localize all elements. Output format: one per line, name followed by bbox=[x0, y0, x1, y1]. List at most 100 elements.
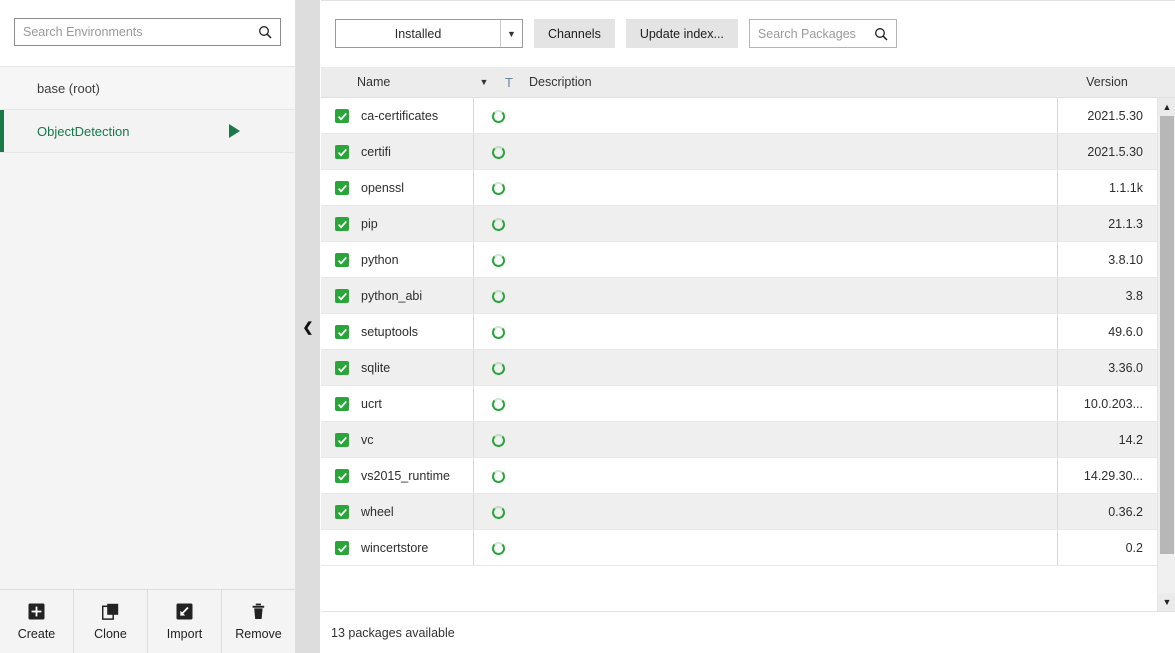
package-version: 10.0.203... bbox=[1057, 386, 1157, 422]
installed-ring-icon bbox=[492, 181, 505, 195]
package-version: 3.8 bbox=[1057, 278, 1157, 314]
chevron-left-icon[interactable]: ❮ bbox=[303, 320, 314, 333]
environment-search-box[interactable] bbox=[14, 18, 281, 46]
channels-button[interactable]: Channels bbox=[534, 19, 615, 48]
packages-vertical-scrollbar[interactable]: ▲ ▼ bbox=[1157, 98, 1175, 611]
packages-table-body: ca-certificates 2021.5.30 certifi 2021.5.30… bbox=[321, 98, 1175, 611]
table-row[interactable]: ucrt 10.0.203... bbox=[321, 386, 1175, 422]
table-row[interactable]: setuptools 49.6.0 bbox=[321, 314, 1175, 350]
package-name-cell: wheel bbox=[321, 505, 473, 519]
status-bar-text: 13 packages available bbox=[331, 625, 455, 640]
chevron-down-icon[interactable]: ▼ bbox=[473, 67, 495, 97]
environment-item-base[interactable]: base (root) bbox=[0, 67, 295, 110]
table-row[interactable]: wincertstore 0.2 bbox=[321, 530, 1175, 566]
chevron-up-icon[interactable]: ▲ bbox=[1158, 98, 1175, 116]
environment-list: base (root) ObjectDetection bbox=[0, 67, 295, 153]
package-checkbox[interactable] bbox=[335, 253, 349, 267]
search-icon bbox=[874, 27, 888, 41]
package-status-cell[interactable] bbox=[473, 134, 523, 170]
table-row[interactable]: sqlite 3.36.0 bbox=[321, 350, 1175, 386]
package-status-cell[interactable] bbox=[473, 170, 523, 206]
package-checkbox[interactable] bbox=[335, 325, 349, 339]
remove-button-label: Remove bbox=[235, 626, 282, 641]
table-row[interactable]: certifi 2021.5.30 bbox=[321, 134, 1175, 170]
environment-name: base (root) bbox=[37, 80, 100, 96]
package-status-cell[interactable] bbox=[473, 422, 523, 458]
table-row[interactable]: openssl 1.1.1k bbox=[321, 170, 1175, 206]
selected-accent-bar bbox=[0, 110, 4, 152]
package-checkbox[interactable] bbox=[335, 289, 349, 303]
package-status-cell[interactable] bbox=[473, 458, 523, 494]
package-checkbox[interactable] bbox=[335, 181, 349, 195]
chevron-down-icon[interactable]: ▼ bbox=[1158, 593, 1175, 611]
plus-square-icon bbox=[28, 603, 46, 621]
package-name-cell: pip bbox=[321, 217, 473, 231]
table-row[interactable]: python 3.8.10 bbox=[321, 242, 1175, 278]
package-name-cell: vc bbox=[321, 433, 473, 447]
table-row[interactable]: pip 21.1.3 bbox=[321, 206, 1175, 242]
package-checkbox[interactable] bbox=[335, 433, 349, 447]
package-checkbox[interactable] bbox=[335, 217, 349, 231]
package-checkbox[interactable] bbox=[335, 469, 349, 483]
package-status-cell[interactable] bbox=[473, 278, 523, 314]
table-row[interactable]: ca-certificates 2021.5.30 bbox=[321, 98, 1175, 134]
status-bar: 13 packages available bbox=[321, 611, 1175, 653]
package-status-cell[interactable] bbox=[473, 386, 523, 422]
package-name: vc bbox=[361, 433, 374, 447]
installed-ring-icon bbox=[492, 325, 505, 339]
copy-icon bbox=[102, 603, 120, 621]
column-header-type[interactable]: T bbox=[495, 67, 523, 97]
clone-button[interactable]: Clone bbox=[74, 590, 148, 653]
package-checkbox[interactable] bbox=[335, 145, 349, 159]
import-button[interactable]: Import bbox=[148, 590, 222, 653]
package-status-cell[interactable] bbox=[473, 494, 523, 530]
clone-button-label: Clone bbox=[94, 626, 127, 641]
table-row[interactable]: wheel 0.36.2 bbox=[321, 494, 1175, 530]
package-version: 14.29.30... bbox=[1057, 458, 1157, 494]
scrollbar-thumb[interactable] bbox=[1160, 116, 1174, 554]
package-name: wheel bbox=[361, 505, 394, 519]
package-name-cell: vs2015_runtime bbox=[321, 469, 473, 483]
package-name-cell: certifi bbox=[321, 145, 473, 159]
packages-table-header: Name ▼ T Description Version bbox=[321, 67, 1175, 98]
create-button[interactable]: Create bbox=[0, 590, 74, 653]
table-row[interactable]: python_abi 3.8 bbox=[321, 278, 1175, 314]
play-icon[interactable] bbox=[229, 124, 240, 138]
package-name: openssl bbox=[361, 181, 405, 195]
column-header-description[interactable]: Description bbox=[523, 67, 1057, 97]
package-search-box[interactable] bbox=[748, 19, 897, 48]
package-status-cell[interactable] bbox=[473, 530, 523, 566]
package-name: vs2015_runtime bbox=[361, 469, 450, 483]
panel-divider[interactable]: ❮ bbox=[296, 0, 321, 653]
package-status-cell[interactable] bbox=[473, 206, 523, 242]
remove-button[interactable]: Remove bbox=[222, 590, 295, 653]
table-row[interactable]: vc 14.2 bbox=[321, 422, 1175, 458]
package-checkbox[interactable] bbox=[335, 109, 349, 123]
column-header-name[interactable]: Name bbox=[321, 67, 473, 97]
package-checkbox[interactable] bbox=[335, 397, 349, 411]
environment-item-objectdetection[interactable]: ObjectDetection bbox=[0, 110, 295, 153]
package-status-cell[interactable] bbox=[473, 242, 523, 278]
installed-ring-icon bbox=[492, 217, 505, 231]
package-name-cell: openssl bbox=[321, 181, 473, 195]
search-environments-input[interactable] bbox=[15, 19, 280, 45]
package-filter-dropdown[interactable]: Installed ▼ bbox=[335, 19, 523, 48]
package-checkbox[interactable] bbox=[335, 505, 349, 519]
package-version: 14.2 bbox=[1057, 422, 1157, 458]
package-name: wincertstore bbox=[361, 541, 429, 555]
package-name: python bbox=[361, 253, 399, 267]
package-status-cell[interactable] bbox=[473, 350, 523, 386]
package-status-cell[interactable] bbox=[473, 98, 523, 134]
table-row[interactable]: vs2015_runtime 14.29.30... bbox=[321, 458, 1175, 494]
package-name: sqlite bbox=[361, 361, 391, 375]
update-index-button[interactable]: Update index... bbox=[625, 19, 738, 48]
package-checkbox[interactable] bbox=[335, 361, 349, 375]
chevron-down-icon[interactable]: ▼ bbox=[500, 20, 522, 47]
package-status-cell[interactable] bbox=[473, 314, 523, 350]
environments-action-toolbar: Create Clone Import Remove bbox=[0, 589, 295, 653]
column-header-version[interactable]: Version bbox=[1057, 67, 1157, 97]
package-checkbox[interactable] bbox=[335, 541, 349, 555]
anaconda-navigator-environments-screen: base (root) ObjectDetection Create bbox=[0, 0, 1175, 653]
installed-ring-icon bbox=[492, 541, 505, 555]
package-name: ucrt bbox=[361, 397, 382, 411]
